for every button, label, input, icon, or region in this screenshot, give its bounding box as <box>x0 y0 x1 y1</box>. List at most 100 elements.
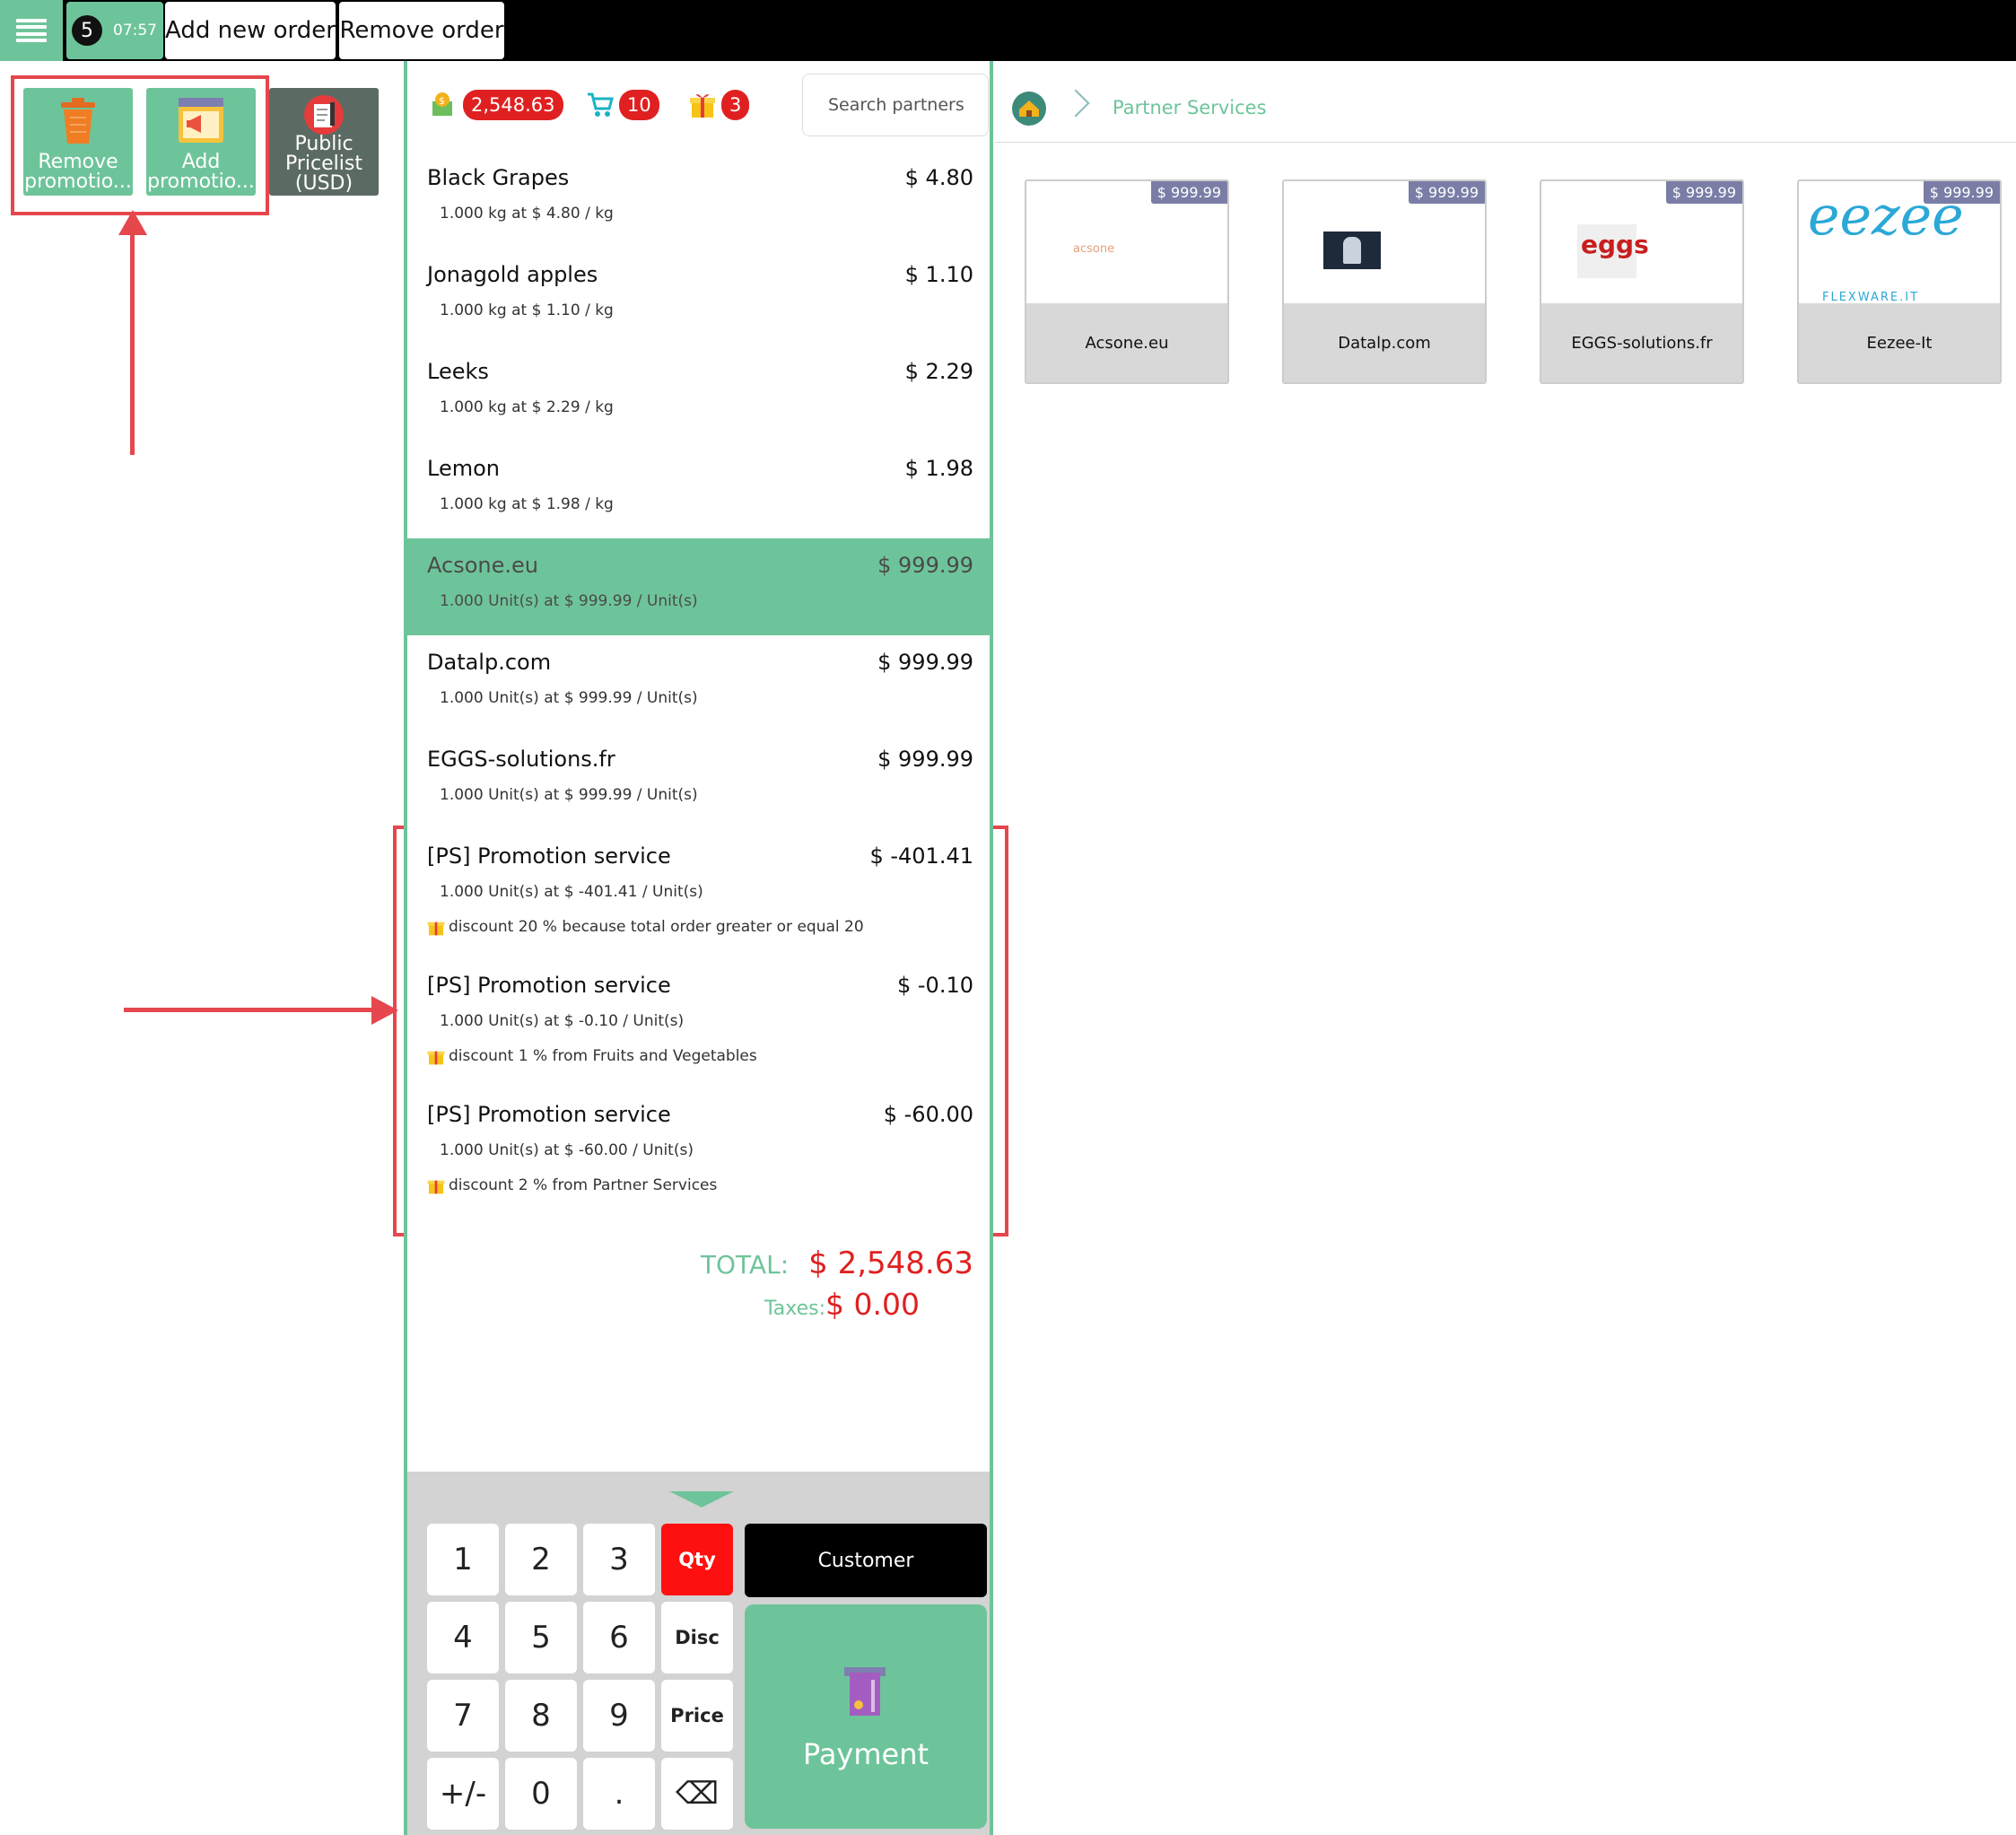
key-9[interactable]: 9 <box>583 1680 655 1752</box>
line-name: Leeks <box>427 359 489 384</box>
line-detail: 1.000 kg at $ 2.29 / kg <box>440 398 614 416</box>
product-name: EGGS-solutions.fr <box>1541 303 1742 382</box>
keypad-area: 1 2 3 Qty 4 5 6 Disc 7 8 9 Price +/- 0 .… <box>407 1472 990 1835</box>
key-disc[interactable]: Disc <box>661 1602 733 1673</box>
total-label: TOTAL: <box>700 1250 790 1280</box>
order-number: 5 <box>72 15 102 46</box>
chevron-down-icon[interactable] <box>669 1491 734 1507</box>
product-card[interactable]: eggs $ 999.99 EGGS-solutions.fr <box>1540 179 1744 384</box>
order-line[interactable]: EGGS-solutions.fr $ 999.99 1.000 Unit(s)… <box>407 732 990 829</box>
line-detail: 1.000 kg at $ 1.10 / kg <box>440 301 614 319</box>
order-taxes: Taxes:$ 0.00 <box>764 1287 920 1322</box>
product-card[interactable]: acsone $ 999.99 Acsone.eu <box>1025 179 1229 384</box>
taxes-value: $ 0.00 <box>825 1287 920 1322</box>
backspace-key[interactable]: ⌫ <box>661 1758 733 1830</box>
key-8[interactable]: 8 <box>505 1680 577 1752</box>
key-qty[interactable]: Qty <box>661 1524 733 1595</box>
line-price: $ -0.10 <box>897 973 973 998</box>
order-line-promotion[interactable]: [PS] Promotion service $ -0.10 1.000 Uni… <box>407 958 990 1088</box>
order-tab[interactable]: 5 07:57 <box>66 2 163 59</box>
line-name: Lemon <box>427 456 500 481</box>
order-time: 07:57 <box>113 22 157 39</box>
key-3[interactable]: 3 <box>583 1524 655 1595</box>
key-7[interactable]: 7 <box>427 1680 499 1752</box>
key-6[interactable]: 6 <box>583 1602 655 1673</box>
breadcrumb-category[interactable]: Partner Services <box>1113 97 1267 118</box>
product-price-tag: $ 999.99 <box>1665 181 1742 204</box>
menu-button[interactable] <box>0 0 63 61</box>
gift-icon <box>690 93 715 118</box>
line-name: Datalp.com <box>427 650 552 675</box>
pricelist-label3: (USD) <box>294 172 353 195</box>
gift-icon <box>427 1180 445 1194</box>
line-price: $ 999.99 <box>877 553 973 578</box>
annotation-arrowhead-up <box>118 210 147 235</box>
key-0[interactable]: 0 <box>505 1758 577 1830</box>
order-line[interactable]: Leeks $ 2.29 1.000 kg at $ 2.29 / kg <box>407 345 990 441</box>
pricelist-label2: Pricelist <box>285 153 362 175</box>
order-line[interactable]: Black Grapes $ 4.80 1.000 kg at $ 4.80 /… <box>407 151 990 248</box>
add-order-button[interactable]: Add new order <box>165 2 336 59</box>
gift-icon <box>427 1051 445 1065</box>
customer-button[interactable]: Customer <box>745 1524 987 1597</box>
key-5[interactable]: 5 <box>505 1602 577 1673</box>
line-price: $ 1.10 <box>904 262 973 287</box>
order-line[interactable]: Datalp.com $ 999.99 1.000 Unit(s) at $ 9… <box>407 635 990 732</box>
product-name: Acsone.eu <box>1026 303 1227 382</box>
key-1[interactable]: 1 <box>427 1524 499 1595</box>
gift-icon <box>427 922 445 936</box>
line-discount-note: discount 20 % because total order greate… <box>449 918 864 936</box>
key-2[interactable]: 2 <box>505 1524 577 1595</box>
order-line-selected[interactable]: Acsone.eu $ 999.99 1.000 Unit(s) at $ 99… <box>407 538 990 635</box>
key-4[interactable]: 4 <box>427 1602 499 1673</box>
product-card[interactable]: $ 999.99 Datalp.com <box>1282 179 1487 384</box>
line-detail: 1.000 Unit(s) at $ 999.99 / Unit(s) <box>440 689 698 707</box>
top-bar: 5 07:57 Add new order Remove order <box>0 0 2016 61</box>
line-name: [PS] Promotion service <box>427 1102 671 1127</box>
home-icon[interactable] <box>1012 92 1046 126</box>
amount-badge: 2,548.63 <box>463 90 563 120</box>
order-line[interactable]: Lemon $ 1.98 1.000 kg at $ 1.98 / kg <box>407 441 990 538</box>
product-price-tag: $ 999.99 <box>1923 181 2000 204</box>
line-name: EGGS-solutions.fr <box>427 747 615 772</box>
line-detail: 1.000 Unit(s) at $ -401.41 / Unit(s) <box>440 883 703 901</box>
order-line-promotion[interactable]: [PS] Promotion service $ -60.00 1.000 Un… <box>407 1088 990 1217</box>
line-detail: 1.000 kg at $ 4.80 / kg <box>440 205 614 223</box>
line-price: $ 4.80 <box>904 165 973 190</box>
total-value: $ 2,548.63 <box>808 1245 973 1281</box>
line-price: $ 999.99 <box>877 747 973 772</box>
payment-label: Payment <box>802 1737 929 1771</box>
order-total: TOTAL: $ 2,548.63 <box>701 1245 973 1281</box>
payment-button[interactable]: Payment <box>745 1604 987 1829</box>
cart-badge: 10 <box>619 90 659 120</box>
line-detail: 1.000 Unit(s) at $ 999.99 / Unit(s) <box>440 786 698 804</box>
annotation-box-controls <box>11 75 269 215</box>
annotation-arrow-right <box>124 1008 384 1012</box>
line-discount-note: discount 1 % from Fruits and Vegetables <box>449 1047 757 1065</box>
product-price-tag: $ 999.99 <box>1408 181 1485 204</box>
remove-order-button[interactable]: Remove order <box>339 2 504 59</box>
search-partners-input[interactable]: Search partners <box>802 74 989 136</box>
line-price: $ -401.41 <box>869 843 973 869</box>
chevron-right-icon <box>1061 89 1090 118</box>
order-line[interactable]: Jonagold apples $ 1.10 1.000 kg at $ 1.1… <box>407 248 990 345</box>
line-detail: 1.000 kg at $ 1.98 / kg <box>440 495 614 513</box>
order-panel: $ 2,548.63 10 3 Search partners Black Gr… <box>404 61 993 1835</box>
line-price: $ 1.98 <box>904 456 973 481</box>
line-detail: 1.000 Unit(s) at $ -0.10 / Unit(s) <box>440 1012 685 1030</box>
key-plus-minus[interactable]: +/- <box>427 1758 499 1830</box>
list-icon <box>16 19 47 42</box>
line-price: $ -60.00 <box>883 1102 973 1127</box>
svg-text:$: $ <box>439 95 445 107</box>
line-name: [PS] Promotion service <box>427 843 671 869</box>
line-price: $ 999.99 <box>877 650 973 675</box>
order-line-promotion[interactable]: [PS] Promotion service $ -401.41 1.000 U… <box>407 829 990 958</box>
line-detail: 1.000 Unit(s) at $ 999.99 / Unit(s) <box>440 592 698 610</box>
pricelist-button[interactable]: Public Pricelist (USD) <box>269 88 379 196</box>
key-price[interactable]: Price <box>661 1680 733 1752</box>
product-card[interactable]: eezee FLEXWARE.IT $ 999.99 Eezee-It <box>1797 179 2002 384</box>
key-dot[interactable]: . <box>583 1758 655 1830</box>
line-discount-note: discount 2 % from Partner Services <box>449 1176 718 1194</box>
line-detail: 1.000 Unit(s) at $ -60.00 / Unit(s) <box>440 1141 694 1159</box>
line-name: Jonagold apples <box>427 262 598 287</box>
